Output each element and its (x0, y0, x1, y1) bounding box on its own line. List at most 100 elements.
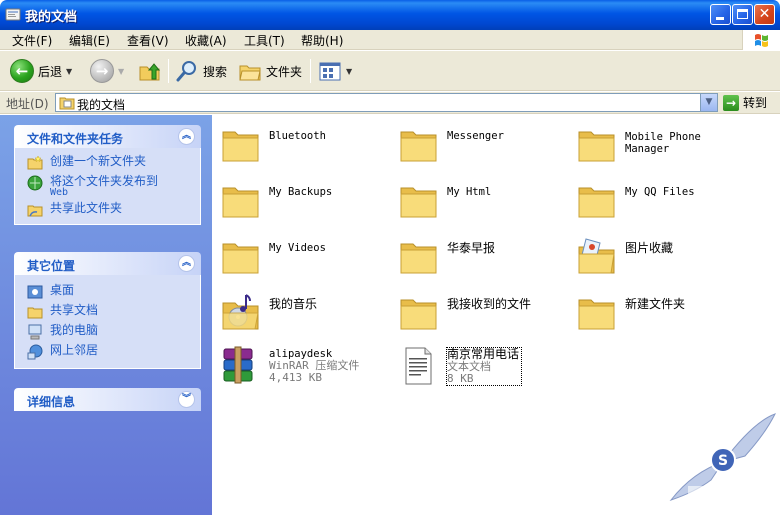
task-label-line1: 将这个文件夹发布到 (50, 174, 159, 188)
file-name: Messenger (447, 130, 504, 142)
task-label: 创建一个新文件夹 (50, 154, 147, 168)
go-label: 转到 (743, 96, 768, 110)
watermark-logo: S (669, 413, 777, 506)
folder-window-icon (5, 8, 21, 21)
share-folder-icon (27, 205, 43, 217)
folder-icon (400, 299, 437, 330)
forward-dropdown-icon[interactable]: ▼ (118, 67, 124, 76)
folder-item[interactable]: Messenger (398, 123, 504, 165)
panel-header[interactable]: 其它位置 ︽ (14, 252, 201, 275)
views-dropdown-icon[interactable]: ▼ (346, 67, 352, 76)
address-input[interactable]: 我的文档 ▼ (55, 93, 718, 112)
place-shared-docs[interactable]: 共享文档 (15, 304, 200, 320)
go-button[interactable]: → 转到 (723, 93, 767, 112)
title-bar[interactable]: 我的文档 ✕ (0, 0, 780, 30)
task-share-folder[interactable]: 共享此文件夹 (15, 202, 200, 218)
file-size: 4,413 KB (269, 371, 322, 384)
network-icon (27, 344, 43, 360)
menu-edit[interactable]: 编辑(E) (69, 32, 110, 49)
views-button[interactable]: ▼ (318, 57, 352, 85)
folder-item[interactable]: My Backups (220, 179, 332, 221)
close-icon: ✕ (758, 6, 771, 22)
folder-icon (400, 187, 437, 218)
search-button[interactable]: 搜索 (175, 57, 227, 85)
panel-header[interactable]: 详细信息 ︾ (14, 388, 201, 411)
desktop-icon (27, 285, 43, 299)
close-button[interactable]: ✕ (754, 4, 775, 25)
maximize-icon (737, 9, 748, 19)
maximize-button[interactable] (732, 4, 753, 25)
place-desktop[interactable]: 桌面 (15, 284, 200, 300)
folder-item[interactable]: 我接收到的文件 (398, 291, 531, 333)
place-label: 共享文档 (50, 303, 99, 317)
collapse-chevron-icon[interactable]: ︽ (178, 255, 195, 272)
new-folder-icon (27, 155, 43, 170)
file-label: 南京常用电话 文本文档 8 KB (445, 347, 523, 386)
address-dropdown-button[interactable]: ▼ (700, 94, 717, 111)
file-name-line2: Manager (625, 143, 670, 155)
folder-item[interactable]: Mobile Phone Manager (576, 123, 701, 165)
music-folder-icon (222, 294, 259, 330)
menu-file[interactable]: 文件(F) (12, 32, 52, 49)
other-places-panel: 其它位置 ︽ 桌面 共享文档 我的电脑 网上邻居 (14, 252, 201, 369)
task-new-folder[interactable]: 创建一个新文件夹 (15, 155, 200, 171)
task-label: 共享此文件夹 (50, 201, 123, 215)
shared-docs-icon (27, 307, 43, 319)
folder-item[interactable]: My Videos (220, 235, 326, 277)
file-name: 新建文件夹 (625, 297, 686, 311)
folder-icon (222, 187, 259, 218)
back-button[interactable]: ← 后退 ▼ (10, 57, 72, 85)
folder-item[interactable]: My Html (398, 179, 491, 221)
folder-item[interactable]: 新建文件夹 (576, 291, 685, 333)
task-label-line2: Web (50, 187, 69, 198)
folder-item[interactable]: 华泰早报 (398, 235, 495, 277)
details-panel: 详细信息 ︾ (14, 388, 201, 411)
folder-item[interactable]: My QQ Files (576, 179, 695, 221)
standard-toolbar: ← 后退 ▼ → ▼ 搜索 文件夹 ▼ (0, 51, 780, 91)
file-folder-tasks-panel: 文件和文件夹任务 ︽ 创建一个新文件夹 将这个文件夹发布到 Web 共享此文件夹 (14, 125, 201, 225)
up-folder-button[interactable] (138, 57, 162, 85)
minimize-button[interactable] (710, 4, 731, 25)
back-dropdown-icon[interactable]: ▼ (66, 67, 72, 76)
toolbar-separator (310, 59, 311, 83)
folder-icon (222, 243, 259, 274)
folder-item[interactable]: 图片收藏 (576, 235, 673, 277)
back-arrow-icon: ← (10, 59, 34, 83)
task-publish-web[interactable]: 将这个文件夹发布到 Web (15, 175, 200, 198)
panel-body: 创建一个新文件夹 将这个文件夹发布到 Web 共享此文件夹 (14, 148, 201, 225)
collapse-chevron-icon[interactable]: ︽ (178, 128, 195, 145)
panel-header[interactable]: 文件和文件夹任务 ︽ (14, 125, 201, 148)
menu-favorites[interactable]: 收藏(A) (185, 32, 227, 49)
file-item[interactable]: alipaydesk WinRAR 压缩文件 4,413 KB (220, 345, 359, 387)
file-name: My Videos (269, 242, 326, 254)
file-name: Bluetooth (269, 130, 326, 142)
file-size: 8 KB (447, 372, 474, 385)
menu-help[interactable]: 帮助(H) (301, 32, 343, 49)
file-item-selected[interactable]: 南京常用电话 文本文档 8 KB (398, 345, 523, 387)
search-icon (176, 61, 196, 82)
folders-button[interactable]: 文件夹 (238, 57, 302, 85)
file-name: 华泰早报 (447, 241, 496, 255)
panel-title: 其它位置 (27, 259, 76, 273)
folder-icon (400, 131, 437, 162)
my-documents-icon (59, 97, 75, 110)
text-document-icon (405, 347, 432, 385)
place-label: 我的电脑 (50, 323, 99, 337)
panel-body: 桌面 共享文档 我的电脑 网上邻居 (14, 275, 201, 369)
panel-title: 详细信息 (27, 395, 76, 409)
folders-icon (239, 65, 261, 81)
folder-item[interactable]: 我的音乐 (220, 291, 317, 333)
address-value: 我的文档 (77, 98, 126, 112)
windows-logo (742, 30, 780, 50)
back-label: 后退 (38, 64, 63, 79)
menu-view[interactable]: 查看(V) (127, 32, 169, 49)
menu-tools[interactable]: 工具(T) (244, 32, 285, 49)
file-name: 我的音乐 (269, 297, 318, 311)
forward-button[interactable]: → ▼ (90, 57, 124, 85)
file-name: Mobile Phone (625, 131, 701, 143)
up-folder-icon (139, 63, 161, 81)
folder-item[interactable]: Bluetooth (220, 123, 326, 165)
place-my-computer[interactable]: 我的电脑 (15, 324, 200, 340)
expand-chevron-icon[interactable]: ︾ (178, 391, 195, 408)
place-network[interactable]: 网上邻居 (15, 344, 200, 360)
